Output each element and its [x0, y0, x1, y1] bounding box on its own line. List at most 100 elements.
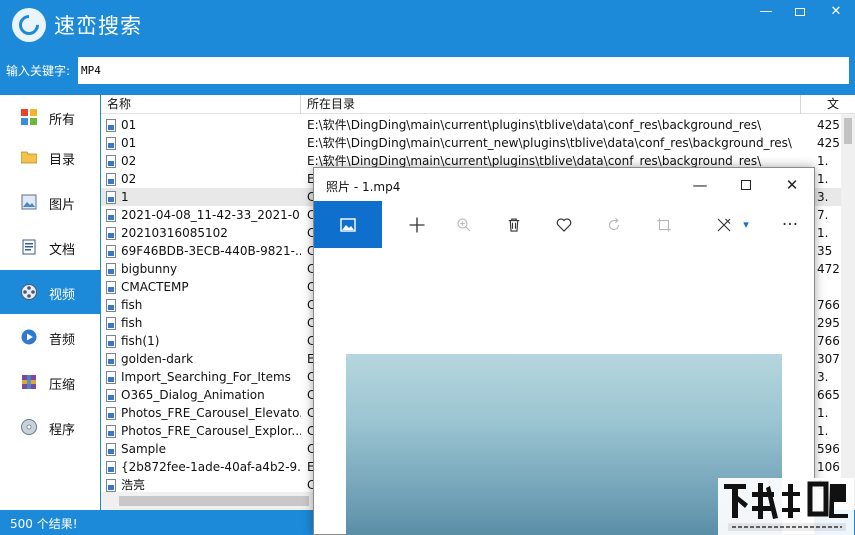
file-name: fish [121, 298, 143, 312]
sidebar-item-archives[interactable]: 压缩 [0, 360, 100, 404]
video-file-icon [106, 209, 116, 222]
sidebar-item-label: 文档 [49, 243, 76, 258]
file-name: 69F46BDB-3ECB-440B-9821-... [121, 244, 301, 258]
video-preview [346, 354, 782, 535]
sidebar-item-audio[interactable]: 音频 [0, 315, 100, 359]
video-file-icon [106, 173, 116, 186]
vertical-scrollbar[interactable] [841, 114, 855, 510]
favorite-icon[interactable] [552, 213, 576, 237]
add-icon[interactable] [405, 213, 429, 237]
file-name: Sample [121, 442, 166, 456]
column-header-directory[interactable]: 所在目录 [301, 95, 801, 114]
crop-icon[interactable] [652, 213, 676, 237]
video-file-icon [106, 191, 116, 204]
view-icon [340, 218, 356, 232]
video-file-icon [106, 443, 116, 456]
sidebar-item-documents[interactable]: 文档 [0, 225, 100, 269]
file-name: golden-dark [121, 352, 194, 366]
column-header-size[interactable]: 文 [801, 95, 855, 114]
file-name: {2b872fee-1ade-40af-a4b2-9... [121, 460, 301, 474]
search-label: 输入关键字: [6, 64, 71, 78]
file-name: CMACTEMP [121, 280, 189, 294]
video-file-icon [106, 281, 116, 294]
sidebar-item-folders[interactable]: 目录 [0, 135, 100, 179]
more-icon[interactable]: ··· [778, 213, 802, 237]
result-count: 500 个结果! [10, 517, 78, 531]
photos-maximize-button[interactable] [726, 172, 766, 198]
table-row[interactable]: 01 E:\软件\DingDing\main\current\plugins\tb… [101, 116, 841, 134]
video-file-icon [106, 245, 116, 258]
sidebar-item-pictures[interactable]: 图片 [0, 180, 100, 224]
file-directory: E:\软件\DingDing\main\current\plugins\tbli… [307, 118, 762, 132]
chevron-down-icon[interactable]: ▾ [734, 213, 758, 237]
video-file-icon [106, 335, 116, 348]
file-name: 01 [121, 118, 137, 132]
disc-icon [21, 419, 37, 435]
file-name: 20210316085102 [121, 226, 228, 240]
app-window: 速峦搜索 — ✕ 输入关键字: 所有 目录 图片 [0, 0, 855, 535]
title-bar: 速峦搜索 — ✕ [0, 0, 855, 52]
sidebar-item-label: 压缩 [49, 378, 76, 393]
video-file-icon [106, 425, 116, 438]
sidebar-item-all[interactable]: 所有 [0, 95, 100, 139]
delete-icon[interactable] [502, 213, 526, 237]
picture-icon [21, 194, 37, 210]
file-name: 1 [121, 190, 129, 204]
file-name: 2021-04-08_11-42-33_2021-0... [121, 208, 301, 222]
play-icon [21, 329, 37, 345]
edit-icon[interactable] [712, 213, 736, 237]
photos-window-title: 照片 - 1.mp4 [326, 180, 401, 194]
file-name: 02 [121, 172, 137, 186]
file-name: bigbunny [121, 262, 178, 276]
app-logo-icon [12, 8, 46, 42]
file-name: Photos_FRE_Carousel_Explor... [121, 424, 301, 438]
sidebar-item-label: 目录 [49, 153, 76, 168]
archive-icon [22, 375, 36, 389]
maximize-button[interactable] [782, 0, 818, 26]
video-file-icon [106, 407, 116, 420]
column-header-name[interactable]: 名称 [101, 95, 301, 114]
sidebar-item-label: 图片 [49, 198, 76, 213]
video-file-icon [106, 119, 116, 132]
zoom-in-icon[interactable] [452, 213, 476, 237]
rotate-icon[interactable] [602, 213, 626, 237]
sidebar-item-video[interactable]: 视频 [0, 270, 100, 314]
sidebar-item-label: 视频 [49, 288, 76, 303]
app-title: 速峦搜索 [54, 14, 142, 38]
video-file-icon [106, 263, 116, 276]
photos-close-button[interactable]: ✕ [772, 172, 812, 198]
video-file-icon [106, 227, 116, 240]
photos-minimize-button[interactable]: — [680, 172, 720, 198]
video-file-icon [106, 155, 116, 168]
close-button[interactable]: ✕ [818, 0, 854, 26]
view-button[interactable] [314, 201, 382, 248]
file-name: fish [121, 316, 143, 330]
film-reel-icon [21, 284, 37, 300]
file-name: Photos_FRE_Carousel_Elevato... [121, 406, 301, 420]
sidebar-item-label: 音频 [49, 333, 76, 348]
file-directory: E:\软件\DingDing\main\current_new\plugins\… [307, 136, 792, 150]
video-file-icon [106, 371, 116, 384]
sidebar-item-label: 程序 [49, 423, 76, 438]
file-name: O365_Dialog_Animation [121, 388, 265, 402]
video-file-icon [106, 137, 116, 150]
video-file-icon [106, 479, 116, 492]
video-file-icon [106, 461, 116, 474]
file-name: Import_Searching_For_Items [121, 370, 291, 384]
category-sidebar: 所有 目录 图片 文档 视频 音频 压缩 程序 [0, 95, 100, 510]
folder-icon [21, 151, 37, 164]
document-icon [22, 239, 36, 255]
photos-toolbar: ▾ ··· [314, 201, 814, 248]
minimize-button[interactable]: — [748, 0, 784, 26]
search-input[interactable] [78, 57, 849, 84]
file-name: 01 [121, 136, 137, 150]
video-file-icon [106, 389, 116, 402]
file-name: 02 [121, 154, 137, 168]
grid-icon [21, 109, 37, 125]
video-file-icon [106, 317, 116, 330]
video-file-icon [106, 353, 116, 366]
sidebar-item-label: 所有 [49, 113, 76, 128]
file-name: fish(1) [121, 334, 160, 348]
table-row[interactable]: 01 E:\软件\DingDing\main\current_new\plugin… [101, 134, 841, 152]
sidebar-item-programs[interactable]: 程序 [0, 405, 100, 449]
